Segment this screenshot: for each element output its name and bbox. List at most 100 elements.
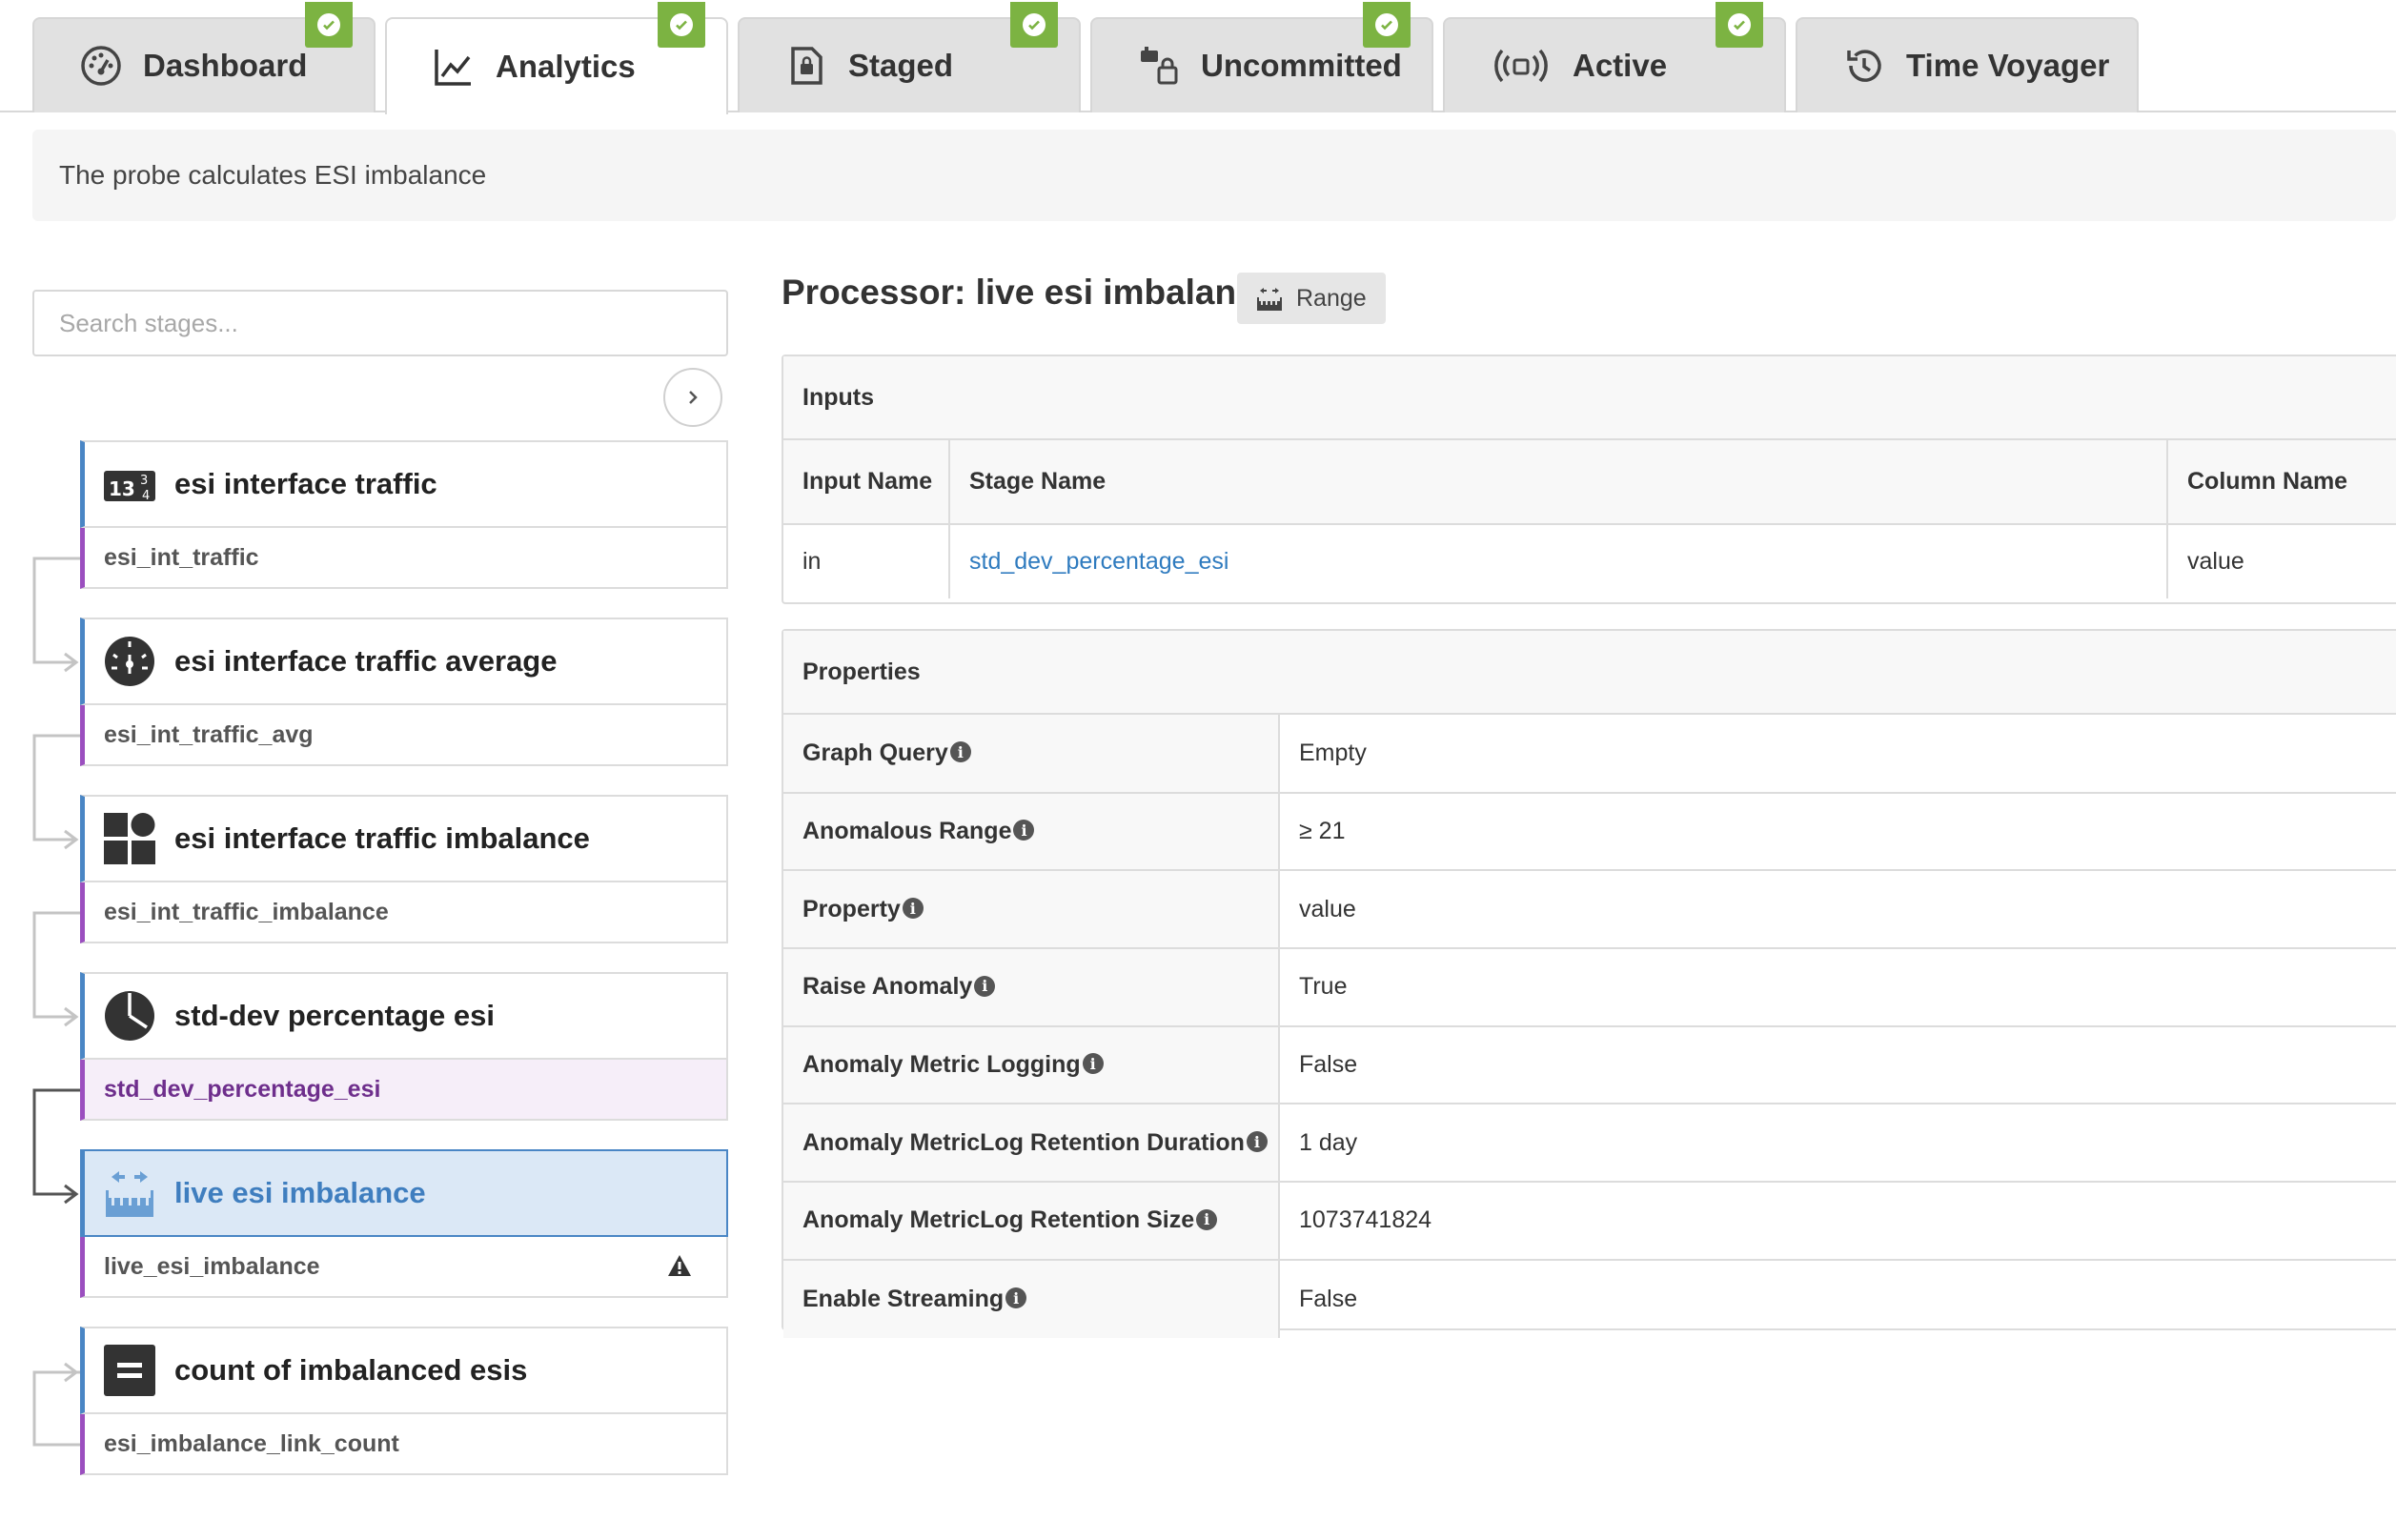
- tab-dashboard[interactable]: Dashboard: [32, 2, 376, 112]
- property-key: Raise Anomaly i: [783, 948, 1280, 1027]
- stage-output-label: live_esi_imbalance: [104, 1252, 320, 1280]
- property-label: Enable Streaming: [802, 1285, 1005, 1312]
- properties-panel: Properties Graph Query i Empty Anomalous …: [782, 629, 2396, 1338]
- stage-output[interactable]: esi_int_traffic_imbalance: [80, 882, 728, 943]
- history-icon: [1843, 45, 1885, 87]
- tab-staged[interactable]: Staged: [738, 2, 1081, 112]
- tab-time-voyager[interactable]: Time Voyager: [1796, 17, 2139, 112]
- property-value: Empty: [1279, 715, 2396, 794]
- property-label: Raise Anomaly: [802, 973, 973, 1001]
- check-icon: [1363, 2, 1411, 48]
- tab-label: Staged: [848, 48, 954, 83]
- property-value: True: [1279, 948, 2396, 1027]
- tab-active[interactable]: Active: [1443, 2, 1786, 112]
- stage-name: std-dev percentage esi: [174, 999, 495, 1032]
- property-key: Anomalous Range i: [783, 792, 1280, 872]
- search-stages-input[interactable]: [32, 290, 728, 356]
- inputs-title: Inputs: [783, 356, 2396, 440]
- active-broadcast-icon: [1491, 45, 1552, 87]
- info-icon[interactable]: i: [902, 898, 924, 920]
- stage-esi-interface-traffic-imbalance[interactable]: esi interface traffic imbalance esi_int_…: [80, 795, 728, 943]
- info-icon[interactable]: i: [1082, 1053, 1104, 1075]
- stage-header[interactable]: live esi imbalance: [80, 1149, 728, 1237]
- property-key: Anomaly Metric Logging i: [783, 1025, 1280, 1105]
- property-label: Anomalous Range: [802, 818, 1012, 845]
- table-row: Anomaly Metric Logging i False: [783, 1025, 2396, 1105]
- range-icon: [1256, 286, 1283, 311]
- svg-text:4: 4: [142, 489, 150, 503]
- stage-header[interactable]: std-dev percentage esi: [80, 972, 728, 1060]
- table-row: Anomaly MetricLog Retention Duration i 1 …: [783, 1104, 2396, 1184]
- info-icon[interactable]: i: [1246, 1131, 1268, 1153]
- property-value: value: [1279, 870, 2396, 950]
- property-label: Graph Query: [802, 739, 948, 766]
- analytics-chart-icon: [433, 46, 475, 88]
- tab-label: Time Voyager: [1906, 48, 2110, 83]
- tab-bar: Dashboard Analytics Staged Uncommitted A…: [0, 0, 2396, 114]
- stage-header[interactable]: esi interface traffic imbalance: [80, 795, 728, 882]
- expand-button[interactable]: [663, 368, 722, 427]
- info-icon[interactable]: i: [974, 975, 996, 997]
- processor-type-badge: Range: [1237, 273, 1386, 324]
- chevron-right-icon: [689, 391, 698, 404]
- property-key: Graph Query i: [783, 715, 1280, 794]
- inputs-table: Input Name Stage Name Column Name in std…: [783, 440, 2396, 598]
- property-value: False: [1299, 1285, 1358, 1312]
- tab-analytics[interactable]: Analytics: [385, 2, 728, 114]
- info-icon[interactable]: i: [949, 741, 971, 763]
- check-icon: [305, 2, 353, 48]
- stage-std-dev-percentage-esi[interactable]: std-dev percentage esi std_dev_percentag…: [80, 972, 728, 1121]
- tab-label: Dashboard: [143, 48, 308, 83]
- property-key: Property i: [783, 870, 1280, 950]
- check-icon: [1716, 2, 1763, 48]
- stage-header[interactable]: 13 3 4 esi interface traffic: [80, 440, 728, 528]
- stage-link[interactable]: std_dev_percentage_esi: [969, 548, 1228, 575]
- property-label: Anomaly MetricLog Retention Size: [802, 1206, 1195, 1234]
- stage-esi-interface-traffic-average[interactable]: esi interface traffic average esi_int_tr…: [80, 618, 728, 766]
- info-icon[interactable]: i: [1013, 820, 1035, 841]
- stage-header[interactable]: esi interface traffic average: [80, 618, 728, 705]
- property-value: False: [1279, 1025, 2396, 1105]
- dashboard-gauge-icon: [80, 45, 122, 87]
- warning-icon: [667, 1254, 692, 1284]
- tab-label: Active: [1573, 48, 1668, 83]
- info-icon[interactable]: i: [1005, 1287, 1027, 1309]
- tab-label: Uncommitted: [1201, 48, 1402, 83]
- processor-type-label: Range: [1296, 284, 1367, 312]
- info-icon[interactable]: i: [1196, 1208, 1218, 1230]
- table-row: Raise Anomaly i True: [783, 948, 2396, 1027]
- tab-uncommitted[interactable]: Uncommitted: [1090, 2, 1433, 112]
- grid-shapes-icon: [104, 813, 155, 864]
- stage-name-cell: std_dev_percentage_esi: [949, 524, 2168, 598]
- stage-name: count of imbalanced esis: [174, 1353, 528, 1387]
- property-label: Property: [802, 895, 901, 922]
- stage-output[interactable]: std_dev_percentage_esi: [80, 1060, 728, 1121]
- check-icon: [1010, 2, 1058, 48]
- table-row: Anomaly MetricLog Retention Size i 107374…: [783, 1182, 2396, 1261]
- pie-icon: [104, 990, 155, 1042]
- stage-output[interactable]: live_esi_imbalance: [80, 1237, 728, 1298]
- svg-text:3: 3: [140, 474, 148, 488]
- stage-output[interactable]: esi_int_traffic: [80, 528, 728, 589]
- table-row: Anomalous Range i ≥ 21: [783, 792, 2396, 872]
- table-row: in std_dev_percentage_esi value: [783, 524, 2396, 598]
- column-header: Column Name: [2167, 440, 2396, 525]
- stage-esi-interface-traffic[interactable]: 13 3 4 esi interface traffic esi_int_traff…: [80, 440, 728, 589]
- stage-output[interactable]: esi_int_traffic_avg: [80, 705, 728, 766]
- uncommitted-icon: [1138, 45, 1180, 87]
- stage-output[interactable]: esi_imbalance_link_count: [80, 1414, 728, 1475]
- tab-label: Analytics: [496, 49, 636, 84]
- stage-live-esi-imbalance[interactable]: live esi imbalance live_esi_imbalance: [80, 1149, 728, 1298]
- property-key: Anomaly MetricLog Retention Duration i: [783, 1104, 1280, 1184]
- property-value: 1073741824: [1279, 1182, 2396, 1261]
- stage-name: esi interface traffic average: [174, 644, 558, 678]
- column-header: Stage Name: [949, 440, 2168, 525]
- input-name-cell: in: [783, 524, 950, 598]
- check-icon: [658, 2, 705, 48]
- stage-count-of-imbalanced-esis[interactable]: count of imbalanced esis esi_imbalance_l…: [80, 1327, 728, 1475]
- property-key: Anomaly MetricLog Retention Size i: [783, 1182, 1280, 1261]
- stage-header[interactable]: count of imbalanced esis: [80, 1327, 728, 1414]
- column-name-cell: value: [2187, 548, 2244, 575]
- stage-name: live esi imbalance: [174, 1176, 426, 1209]
- property-label: Anomaly MetricLog Retention Duration: [802, 1128, 1245, 1156]
